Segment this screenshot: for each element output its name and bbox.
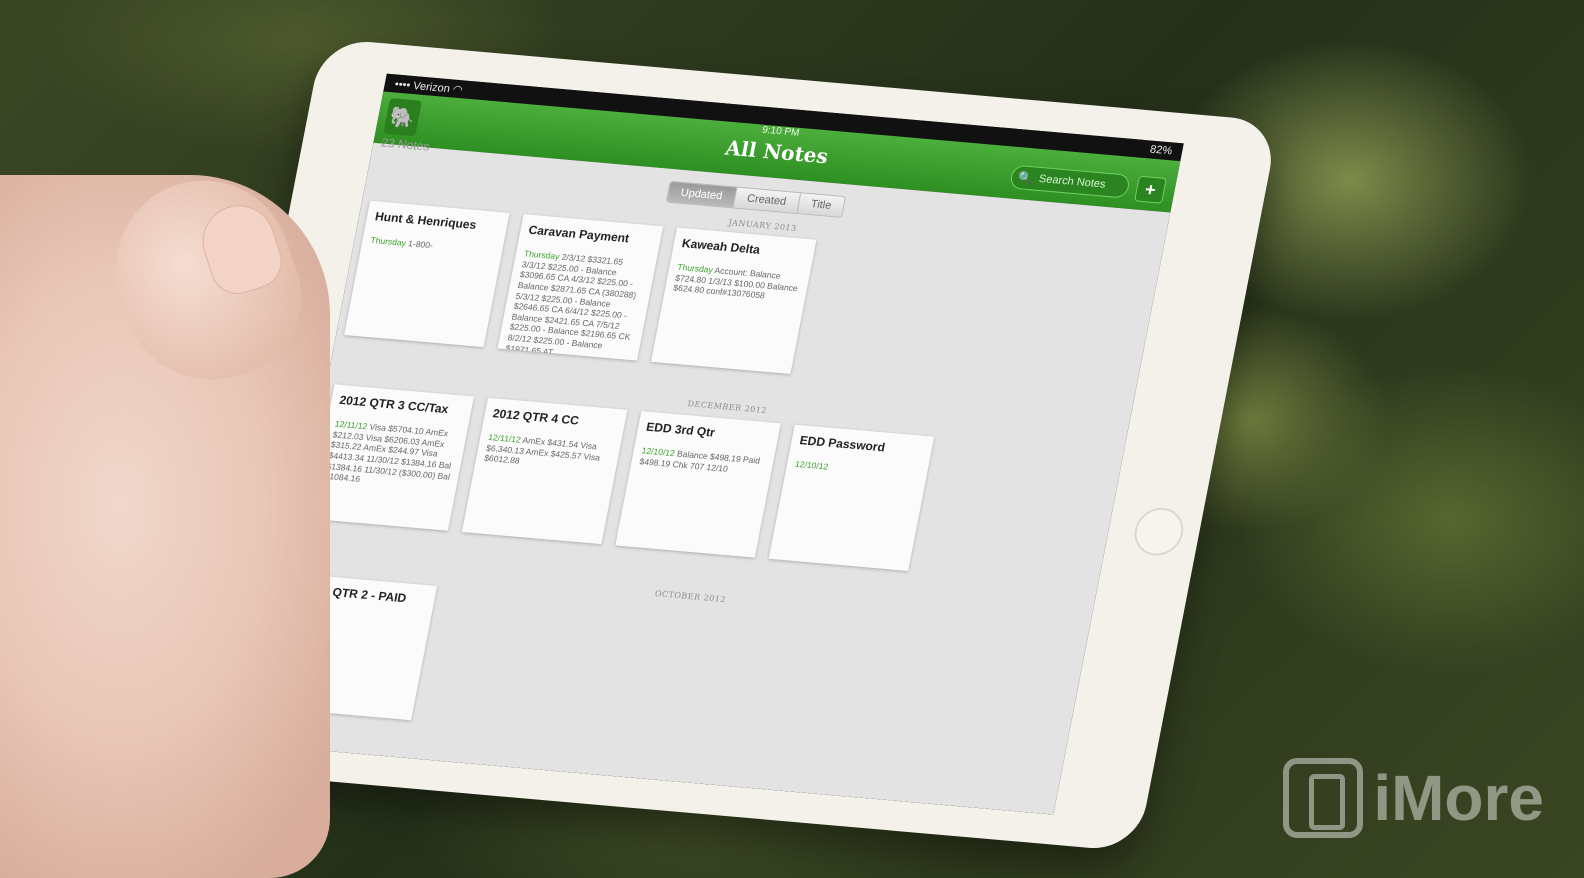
note-card[interactable]: Kaweah Delta Thursday Account: Balance $… (650, 227, 817, 374)
add-note-button[interactable]: + (1133, 175, 1167, 204)
sort-segmented-control: Updated Created Title (665, 180, 847, 218)
notes-content: 23 Notes Updated Created Title JANUARY 2… (256, 136, 1171, 815)
note-title: 2012 QTR 3 CC/Tax (338, 392, 450, 417)
notes-count: 23 Notes (380, 135, 431, 154)
note-snippet: Thursday 2/3/12 $3321.65 3/3/12 $225.00 … (504, 248, 638, 358)
tab-title[interactable]: Title (797, 193, 846, 217)
note-snippet: 12/10/12 (794, 458, 830, 472)
note-snippet: 12/10/12 Balance $498.19 Paid $498.19 Ch… (638, 445, 761, 474)
imore-logo-icon (1283, 758, 1364, 838)
note-card[interactable]: EDD Password 12/10/12 (768, 424, 935, 572)
ipad-device: •••• Verizon ◠ 82% 🐘 9:10 PM All Notes 🔍… (180, 37, 1280, 853)
imore-watermark: iMore (1283, 758, 1544, 838)
note-snippet: Thursday 1-800- (369, 234, 434, 251)
home-button[interactable] (1130, 505, 1188, 558)
note-title: EDD 3rd Qtr (645, 419, 717, 440)
note-title: Kaweah Delta (680, 236, 762, 257)
note-title: EDD Password (798, 433, 887, 455)
note-snippet: 12/11/12 AmEx $431.54 Visa $6,340.13 AmE… (483, 431, 602, 466)
note-snippet: Thursday Account: Balance $724.80 1/3/13… (672, 261, 799, 301)
search-icon: 🔍 (1016, 170, 1035, 186)
tab-created[interactable]: Created (733, 187, 801, 213)
ipad-screen: •••• Verizon ◠ 82% 🐘 9:10 PM All Notes 🔍… (256, 73, 1184, 815)
note-snippet: 12/11/12 Visa $5704.10 AmEx $212.03 Visa… (323, 418, 453, 484)
note-card[interactable]: EDD 3rd Qtr 12/10/12 Balance $498.19 Pai… (615, 411, 781, 558)
note-card[interactable]: Hunt & Henriques Thursday 1-800- (344, 200, 510, 348)
note-card[interactable]: Caravan Payment Thursday 2/3/12 $3321.65… (497, 214, 664, 361)
tab-updated[interactable]: Updated (666, 181, 738, 208)
battery-label: 82% (1148, 143, 1174, 158)
note-card[interactable]: 2012 QTR 3 CC/Tax 12/11/12 Visa $5704.10… (308, 384, 474, 531)
watermark-text: iMore (1373, 762, 1544, 834)
note-card[interactable]: 2012 QTR 4 CC 12/11/12 AmEx $431.54 Visa… (461, 397, 628, 545)
note-title: 2012 QTR 4 CC (491, 406, 581, 428)
search-placeholder: Search Notes (1037, 172, 1107, 191)
note-title: Hunt & Henriques (373, 209, 478, 232)
wifi-icon: ◠ (451, 83, 464, 96)
note-title: Caravan Payment (527, 222, 631, 246)
